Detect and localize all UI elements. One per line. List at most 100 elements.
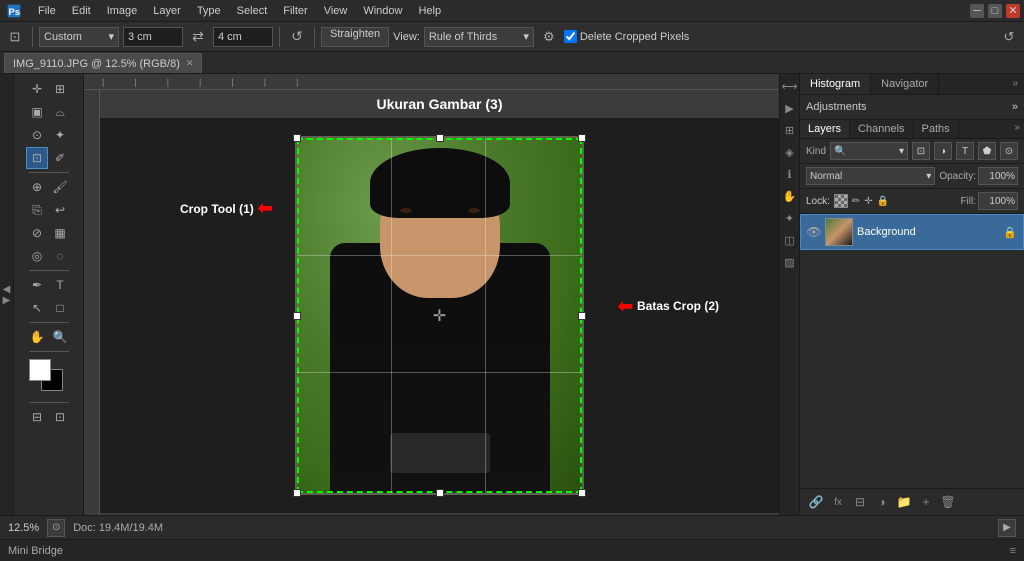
r-icon-8[interactable]: ◫	[782, 232, 798, 248]
crop-handle-br[interactable]	[578, 489, 586, 497]
crop-container[interactable]: ✛	[297, 138, 582, 493]
swap-icon[interactable]: ⇄	[187, 26, 209, 48]
r-icon-3[interactable]: ⊞	[782, 122, 798, 138]
reset-button[interactable]: ↺	[998, 26, 1020, 48]
pen-tool[interactable]: ✒	[26, 274, 48, 296]
close-button[interactable]: ✕	[1006, 4, 1020, 18]
lock-all[interactable]: 🔒	[877, 196, 889, 207]
height-input[interactable]	[213, 27, 273, 47]
fill-input[interactable]	[978, 192, 1018, 210]
menu-filter[interactable]: Filter	[275, 3, 315, 19]
rotate-icon[interactable]: ↺	[286, 26, 308, 48]
zoom-options-button[interactable]: ⊙	[47, 519, 65, 537]
lock-checkerboard[interactable]	[834, 194, 848, 208]
tab-close-icon[interactable]: ✕	[186, 58, 194, 69]
kind-filter-pixel[interactable]: ⊡	[912, 142, 930, 160]
screen-mode-tool[interactable]: ⊡	[49, 406, 71, 428]
kind-filter-shape[interactable]: ⬟	[978, 142, 996, 160]
brush-tool[interactable]: 🖌	[49, 176, 71, 198]
menu-view[interactable]: View	[316, 3, 356, 19]
eraser-tool[interactable]: ⊘	[26, 222, 48, 244]
shape-tool[interactable]: □	[49, 297, 71, 319]
maximize-button[interactable]: □	[988, 4, 1002, 18]
r-icon-6[interactable]: ✋	[782, 188, 798, 204]
r-icon-1[interactable]: ⟷	[782, 78, 798, 94]
crop-handle-tm[interactable]	[436, 134, 444, 142]
delete-cropped-check[interactable]: Delete Cropped Pixels	[564, 30, 689, 43]
mini-bridge-collapse-icon[interactable]: ≡	[1010, 545, 1016, 557]
layer-item-background[interactable]: 👁 Background 🔒	[800, 214, 1024, 250]
new-layer-button[interactable]: +	[916, 492, 936, 512]
hand-tool[interactable]: ✋	[26, 326, 48, 348]
history-tool[interactable]: ↩	[49, 199, 71, 221]
kind-dropdown[interactable]: 🔍▾	[830, 142, 908, 160]
tab-paths[interactable]: Paths	[914, 120, 959, 138]
marquee-tool[interactable]: ▣	[26, 101, 48, 123]
width-input[interactable]	[123, 27, 183, 47]
layers-panel-menu[interactable]: »	[1010, 120, 1024, 138]
quick-select-tool[interactable]: ⊙	[26, 124, 48, 146]
adjustment-button[interactable]: ◑	[872, 492, 892, 512]
crop-handle-tr[interactable]	[578, 134, 586, 142]
menu-image[interactable]: Image	[99, 3, 146, 19]
r-icon-2[interactable]: ▶	[782, 100, 798, 116]
panel-top-close[interactable]: »	[1006, 74, 1024, 94]
delete-layer-button[interactable]: 🗑	[938, 492, 958, 512]
preset-dropdown[interactable]: Custom▾	[39, 27, 119, 47]
document-tab[interactable]: IMG_9110.JPG @ 12.5% (RGB/8) ✕	[4, 53, 202, 73]
settings-icon[interactable]: ⚙	[538, 26, 560, 48]
r-icon-9[interactable]: ▨	[782, 254, 798, 270]
kind-filter-smart[interactable]: ⊙	[1000, 142, 1018, 160]
menu-type[interactable]: Type	[189, 3, 229, 19]
quick-mask-tool[interactable]: ⊟	[26, 406, 48, 428]
color-swatches[interactable]	[29, 359, 69, 395]
straighten-button[interactable]: Straighten	[321, 27, 389, 47]
crop-handle-lm[interactable]	[293, 312, 301, 320]
menu-file[interactable]: File	[30, 3, 64, 19]
lasso-tool[interactable]: ⌓	[49, 101, 71, 123]
stamp-tool[interactable]: ⎘	[26, 199, 48, 221]
crop-tool[interactable]: ⊡	[26, 147, 48, 169]
tab-channels[interactable]: Channels	[850, 120, 913, 138]
crop-handle-bm[interactable]	[436, 489, 444, 497]
menu-edit[interactable]: Edit	[64, 3, 99, 19]
tab-histogram[interactable]: Histogram	[800, 74, 871, 94]
lock-position[interactable]: ✛	[864, 196, 872, 207]
crop-handle-bl[interactable]	[293, 489, 301, 497]
lock-brush[interactable]: ✏	[852, 196, 860, 207]
fill-control[interactable]: Fill:	[960, 192, 1018, 210]
crop-handle-rm[interactable]	[578, 312, 586, 320]
view-dropdown[interactable]: Rule of Thirds▾	[424, 27, 534, 47]
kind-filter-adjust[interactable]: ◑	[934, 142, 952, 160]
magic-wand-tool[interactable]: ✦	[49, 124, 71, 146]
menu-help[interactable]: Help	[410, 3, 449, 19]
crop-tool-icon[interactable]: ⊡	[4, 26, 26, 48]
blend-mode-dropdown[interactable]: Normal▾	[806, 167, 935, 185]
zoom-tool[interactable]: 🔍	[49, 326, 71, 348]
folder-button[interactable]: 📁	[894, 492, 914, 512]
add-mask-button[interactable]: ⊟	[850, 492, 870, 512]
gradient-tool[interactable]: ▦	[49, 222, 71, 244]
minimize-button[interactable]: ─	[970, 4, 984, 18]
r-icon-4[interactable]: ◈	[782, 144, 798, 160]
foreground-color[interactable]	[29, 359, 51, 381]
layer-visibility-icon[interactable]: 👁	[807, 225, 821, 239]
move-tool[interactable]: ✛	[26, 78, 48, 100]
r-icon-5[interactable]: ℹ	[782, 166, 798, 182]
menu-window[interactable]: Window	[355, 3, 410, 19]
opacity-control[interactable]: Opacity:	[939, 167, 1018, 185]
type-tool[interactable]: T	[49, 274, 71, 296]
path-select-tool[interactable]: ↖	[26, 297, 48, 319]
artboard-tool[interactable]: ⊞	[49, 78, 71, 100]
healing-tool[interactable]: ⊕	[26, 176, 48, 198]
left-panel-collapse[interactable]: ◀ ▶	[0, 74, 14, 515]
blur-tool[interactable]: ◌	[49, 245, 71, 267]
dodge-tool[interactable]: ◎	[26, 245, 48, 267]
menu-select[interactable]: Select	[229, 3, 276, 19]
status-arrow-button[interactable]: ▶	[998, 519, 1016, 537]
fx-button[interactable]: fx	[828, 492, 848, 512]
kind-filter-text[interactable]: T	[956, 142, 974, 160]
menu-layer[interactable]: Layer	[145, 3, 189, 19]
opacity-input[interactable]	[978, 167, 1018, 185]
tab-layers[interactable]: Layers	[800, 120, 850, 138]
